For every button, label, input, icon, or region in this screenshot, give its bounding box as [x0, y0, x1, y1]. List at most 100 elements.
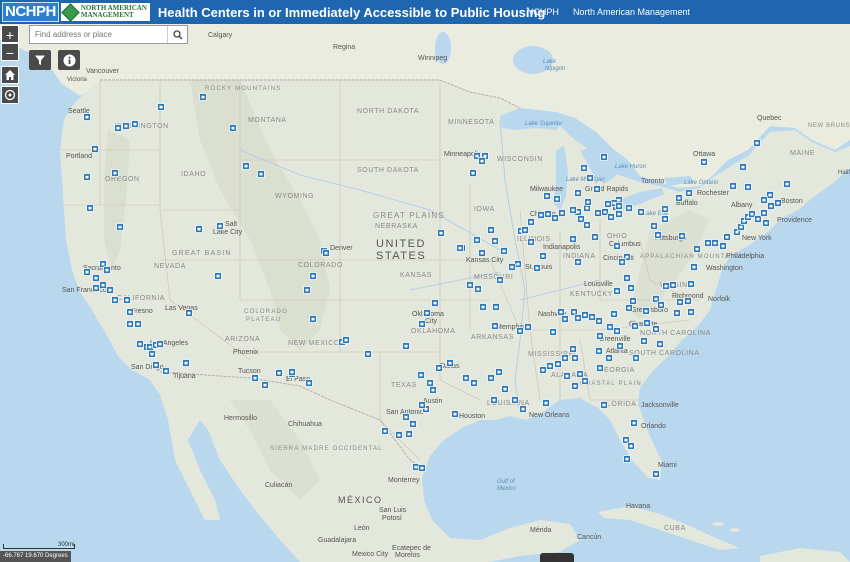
health-center-marker[interactable] — [561, 354, 569, 362]
health-center-marker[interactable] — [83, 113, 91, 121]
health-center-marker[interactable] — [595, 317, 603, 325]
health-center-marker[interactable] — [593, 185, 601, 193]
health-center-marker[interactable] — [435, 364, 443, 372]
health-center-marker[interactable] — [607, 213, 615, 221]
health-center-marker[interactable] — [417, 371, 425, 379]
health-center-marker[interactable] — [303, 286, 311, 294]
health-center-marker[interactable] — [537, 211, 545, 219]
health-center-marker[interactable] — [594, 209, 602, 217]
health-center-marker[interactable] — [630, 419, 638, 427]
health-center-marker[interactable] — [553, 195, 561, 203]
health-center-marker[interactable] — [251, 374, 259, 382]
health-center-marker[interactable] — [156, 340, 164, 348]
health-center-marker[interactable] — [690, 263, 698, 271]
health-center-marker[interactable] — [418, 320, 426, 328]
health-center-marker[interactable] — [470, 379, 478, 387]
health-center-marker[interactable] — [490, 396, 498, 404]
health-center-marker[interactable] — [152, 361, 160, 369]
health-center-marker[interactable] — [418, 401, 426, 409]
health-center-marker[interactable] — [86, 204, 94, 212]
health-center-marker[interactable] — [99, 281, 107, 289]
health-center-marker[interactable] — [650, 222, 658, 230]
zoom-in-button[interactable]: + — [1, 25, 19, 43]
health-center-marker[interactable] — [309, 272, 317, 280]
health-center-marker[interactable] — [423, 309, 431, 317]
health-center-marker[interactable] — [111, 296, 119, 304]
health-center-marker[interactable] — [275, 369, 283, 377]
health-center-marker[interactable] — [516, 327, 524, 335]
health-center-marker[interactable] — [501, 385, 509, 393]
health-center-marker[interactable] — [126, 320, 134, 328]
home-button[interactable] — [1, 66, 19, 84]
health-center-marker[interactable] — [700, 158, 708, 166]
health-center-marker[interactable] — [616, 342, 624, 350]
health-center-marker[interactable] — [656, 340, 664, 348]
health-center-marker[interactable] — [446, 359, 454, 367]
health-center-marker[interactable] — [571, 354, 579, 362]
health-center-marker[interactable] — [583, 221, 591, 229]
health-center-marker[interactable] — [157, 103, 165, 111]
health-center-marker[interactable] — [687, 280, 695, 288]
health-center-marker[interactable] — [618, 258, 626, 266]
health-center-marker[interactable] — [642, 307, 650, 315]
health-center-marker[interactable] — [615, 210, 623, 218]
health-center-marker[interactable] — [496, 276, 504, 284]
search-button[interactable] — [167, 26, 187, 43]
panel-toggle-handle[interactable] — [540, 553, 574, 562]
health-center-marker[interactable] — [632, 354, 640, 362]
health-center-marker[interactable] — [451, 410, 459, 418]
health-center-marker[interactable] — [774, 199, 782, 207]
health-center-marker[interactable] — [576, 370, 584, 378]
health-center-marker[interactable] — [561, 315, 569, 323]
health-center-marker[interactable] — [492, 303, 500, 311]
health-center-marker[interactable] — [760, 209, 768, 217]
health-center-marker[interactable] — [288, 368, 296, 376]
health-center-marker[interactable] — [606, 323, 614, 331]
health-center-marker[interactable] — [588, 313, 596, 321]
health-center-marker[interactable] — [625, 304, 633, 312]
health-center-marker[interactable] — [693, 245, 701, 253]
health-center-marker[interactable] — [558, 209, 566, 217]
health-center-marker[interactable] — [322, 249, 330, 257]
info-button[interactable] — [58, 50, 80, 70]
health-center-marker[interactable] — [678, 232, 686, 240]
health-center-marker[interactable] — [557, 308, 565, 316]
health-center-marker[interactable] — [753, 139, 761, 147]
header-link-nam[interactable]: North American Management — [573, 7, 690, 17]
health-center-marker[interactable] — [571, 382, 579, 390]
health-center-marker[interactable] — [381, 427, 389, 435]
health-center-marker[interactable] — [162, 367, 170, 375]
health-center-marker[interactable] — [524, 323, 532, 331]
health-center-marker[interactable] — [261, 381, 269, 389]
health-center-marker[interactable] — [539, 252, 547, 260]
health-center-marker[interactable] — [182, 359, 190, 367]
health-center-marker[interactable] — [596, 364, 604, 372]
health-center-marker[interactable] — [527, 238, 535, 246]
health-center-marker[interactable] — [491, 237, 499, 245]
locate-button[interactable] — [1, 86, 19, 104]
health-center-marker[interactable] — [437, 229, 445, 237]
health-center-marker[interactable] — [623, 455, 631, 463]
health-center-marker[interactable] — [675, 194, 683, 202]
health-center-marker[interactable] — [131, 120, 139, 128]
health-center-marker[interactable] — [574, 314, 582, 322]
health-center-marker[interactable] — [91, 145, 99, 153]
health-center-marker[interactable] — [126, 308, 134, 316]
health-center-marker[interactable] — [478, 249, 486, 257]
health-center-marker[interactable] — [487, 226, 495, 234]
health-center-marker[interactable] — [114, 124, 122, 132]
health-center-marker[interactable] — [478, 157, 486, 165]
health-center-marker[interactable] — [495, 368, 503, 376]
health-center-marker[interactable] — [600, 401, 608, 409]
health-center-marker[interactable] — [487, 374, 495, 382]
health-center-marker[interactable] — [783, 180, 791, 188]
health-center-marker[interactable] — [580, 164, 588, 172]
health-center-marker[interactable] — [595, 347, 603, 355]
health-center-marker[interactable] — [610, 310, 618, 318]
health-center-marker[interactable] — [563, 372, 571, 380]
health-center-marker[interactable] — [760, 196, 768, 204]
health-center-marker[interactable] — [309, 315, 317, 323]
health-center-marker[interactable] — [533, 264, 541, 272]
health-center-marker[interactable] — [631, 322, 639, 330]
health-center-marker[interactable] — [214, 272, 222, 280]
